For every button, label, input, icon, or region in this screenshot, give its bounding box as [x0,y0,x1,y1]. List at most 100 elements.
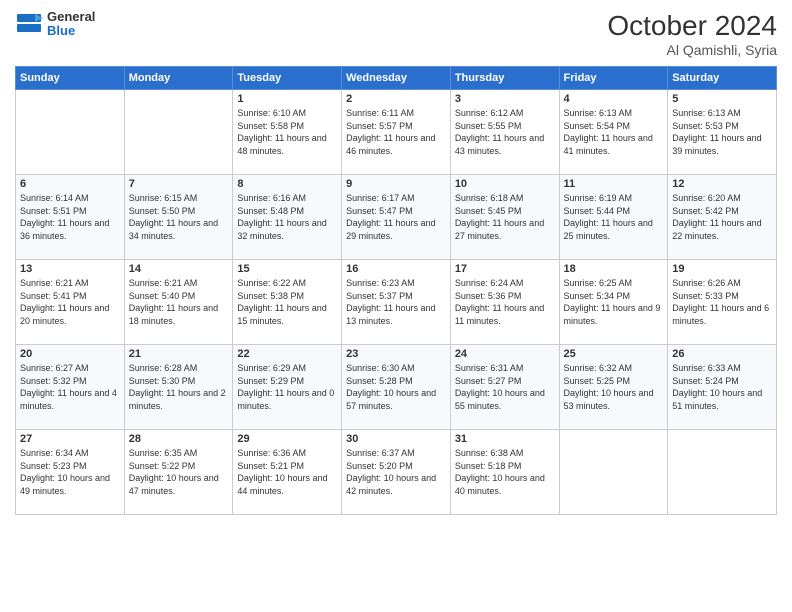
table-cell: 2 Sunrise: 6:11 AMSunset: 5:57 PMDaylight… [342,90,451,175]
cell-details: Sunrise: 6:17 AMSunset: 5:47 PMDaylight:… [346,192,446,242]
day-number: 1 [237,93,337,105]
day-number: 5 [672,93,772,105]
table-cell: 3Sunrise: 6:12 AMSunset: 5:55 PMDaylight… [450,90,559,175]
day-number: 18 [564,263,664,275]
table-cell: 19 Sunrise: 6:26 AMSunset: 5:33 PMDayligh… [668,260,777,345]
location-subtitle: Al Qamishli, Syria [607,42,777,58]
day-number: 16 [346,263,446,275]
day-number: 10 [455,178,555,190]
table-cell: 24 Sunrise: 6:31 AMSunset: 5:27 PMDayligh… [450,345,559,430]
cell-details: Sunrise: 6:22 AMSunset: 5:38 PMDaylight:… [237,277,337,327]
day-number: 29 [237,433,337,445]
table-cell: 21 Sunrise: 6:28 AMSunset: 5:30 PMDayligh… [124,345,233,430]
day-number: 6 [20,178,120,190]
logo-blue: Blue [47,24,95,38]
col-thursday: Thursday [450,67,559,90]
table-cell: 23Sunrise: 6:30 AMSunset: 5:28 PMDayligh… [342,345,451,430]
cell-details: Sunrise: 6:19 AMSunset: 5:44 PMDaylight:… [564,192,664,242]
col-wednesday: Wednesday [342,67,451,90]
table-cell [668,430,777,515]
day-number: 27 [20,433,120,445]
cell-details: Sunrise: 6:34 AMSunset: 5:23 PMDaylight:… [20,447,120,497]
day-number: 15 [237,263,337,275]
table-cell: 31Sunrise: 6:38 AMSunset: 5:18 PMDayligh… [450,430,559,515]
cell-details: Sunrise: 6:18 AMSunset: 5:45 PMDaylight:… [455,192,555,242]
day-number: 17 [455,263,555,275]
cell-details: Sunrise: 6:11 AMSunset: 5:57 PMDaylight:… [346,107,446,157]
day-number: 19 [672,263,772,275]
cell-details: Sunrise: 6:26 AMSunset: 5:33 PMDaylight:… [672,277,772,327]
cell-details: Sunrise: 6:25 AMSunset: 5:34 PMDaylight:… [564,277,664,327]
col-friday: Friday [559,67,668,90]
logo: General Blue [15,10,95,39]
calendar-table: Sunday Monday Tuesday Wednesday Thursday… [15,66,777,515]
table-cell: 20Sunrise: 6:27 AMSunset: 5:32 PMDayligh… [16,345,125,430]
day-number: 25 [564,348,664,360]
day-number: 28 [129,433,229,445]
table-cell: 10 Sunrise: 6:18 AMSunset: 5:45 PMDayligh… [450,175,559,260]
day-number: 26 [672,348,772,360]
table-cell: 13 Sunrise: 6:21 AMSunset: 5:41 PMDayligh… [16,260,125,345]
table-cell: 26Sunrise: 6:33 AMSunset: 5:24 PMDayligh… [668,345,777,430]
week-row-5: 27 Sunrise: 6:34 AMSunset: 5:23 PMDayligh… [16,430,777,515]
day-number: 9 [346,178,446,190]
cell-details: Sunrise: 6:10 AMSunset: 5:58 PMDaylight:… [237,107,337,157]
table-cell: 14Sunrise: 6:21 AMSunset: 5:40 PMDayligh… [124,260,233,345]
day-number: 2 [346,93,446,105]
table-cell: 11 Sunrise: 6:19 AMSunset: 5:44 PMDayligh… [559,175,668,260]
cell-details: Sunrise: 6:16 AMSunset: 5:48 PMDaylight:… [237,192,337,242]
table-cell: 5 Sunrise: 6:13 AMSunset: 5:53 PMDaylight… [668,90,777,175]
day-number: 7 [129,178,229,190]
cell-details: Sunrise: 6:23 AMSunset: 5:37 PMDaylight:… [346,277,446,327]
cell-details: Sunrise: 6:24 AMSunset: 5:36 PMDaylight:… [455,277,555,327]
col-saturday: Saturday [668,67,777,90]
day-number: 22 [237,348,337,360]
day-number: 14 [129,263,229,275]
day-number: 13 [20,263,120,275]
col-monday: Monday [124,67,233,90]
day-number: 24 [455,348,555,360]
col-sunday: Sunday [16,67,125,90]
week-row-1: 1 Sunrise: 6:10 AMSunset: 5:58 PMDaylight… [16,90,777,175]
table-cell: 8 Sunrise: 6:16 AMSunset: 5:48 PMDaylight… [233,175,342,260]
cell-details: Sunrise: 6:29 AMSunset: 5:29 PMDaylight:… [237,362,337,412]
logo-text: General Blue [47,10,95,39]
week-row-3: 13 Sunrise: 6:21 AMSunset: 5:41 PMDayligh… [16,260,777,345]
cell-details: Sunrise: 6:13 AMSunset: 5:53 PMDaylight:… [672,107,772,157]
day-number: 11 [564,178,664,190]
header-row: Sunday Monday Tuesday Wednesday Thursday… [16,67,777,90]
day-number: 20 [20,348,120,360]
cell-details: Sunrise: 6:36 AMSunset: 5:21 PMDaylight:… [237,447,337,497]
cell-details: Sunrise: 6:21 AMSunset: 5:41 PMDaylight:… [20,277,120,327]
cell-details: Sunrise: 6:14 AMSunset: 5:51 PMDaylight:… [20,192,120,242]
logo-icon [15,10,43,38]
logo-general: General [47,10,95,24]
cell-details: Sunrise: 6:37 AMSunset: 5:20 PMDaylight:… [346,447,446,497]
table-cell: 9 Sunrise: 6:17 AMSunset: 5:47 PMDaylight… [342,175,451,260]
week-row-2: 6 Sunrise: 6:14 AMSunset: 5:51 PMDaylight… [16,175,777,260]
table-cell [16,90,125,175]
table-cell: 18 Sunrise: 6:25 AMSunset: 5:34 PMDayligh… [559,260,668,345]
cell-details: Sunrise: 6:31 AMSunset: 5:27 PMDaylight:… [455,362,555,412]
cell-details: Sunrise: 6:20 AMSunset: 5:42 PMDaylight:… [672,192,772,242]
table-cell: 17 Sunrise: 6:24 AMSunset: 5:36 PMDayligh… [450,260,559,345]
cell-details: Sunrise: 6:35 AMSunset: 5:22 PMDaylight:… [129,447,229,497]
table-cell: 12Sunrise: 6:20 AMSunset: 5:42 PMDayligh… [668,175,777,260]
cell-details: Sunrise: 6:15 AMSunset: 5:50 PMDaylight:… [129,192,229,242]
cell-details: Sunrise: 6:12 AMSunset: 5:55 PMDaylight:… [455,107,555,157]
month-title: October 2024 [607,10,777,42]
table-cell: 7 Sunrise: 6:15 AMSunset: 5:50 PMDaylight… [124,175,233,260]
cell-details: Sunrise: 6:13 AMSunset: 5:54 PMDaylight:… [564,107,664,157]
day-number: 21 [129,348,229,360]
day-number: 4 [564,93,664,105]
table-cell: 4 Sunrise: 6:13 AMSunset: 5:54 PMDaylight… [559,90,668,175]
cell-details: Sunrise: 6:28 AMSunset: 5:30 PMDaylight:… [129,362,229,412]
table-cell: 27 Sunrise: 6:34 AMSunset: 5:23 PMDayligh… [16,430,125,515]
title-block: October 2024 Al Qamishli, Syria [607,10,777,58]
header: General Blue October 2024 Al Qamishli, S… [15,10,777,58]
table-cell: 16 Sunrise: 6:23 AMSunset: 5:37 PMDayligh… [342,260,451,345]
cell-details: Sunrise: 6:30 AMSunset: 5:28 PMDaylight:… [346,362,446,412]
table-cell: 29 Sunrise: 6:36 AMSunset: 5:21 PMDayligh… [233,430,342,515]
table-cell: 25Sunrise: 6:32 AMSunset: 5:25 PMDayligh… [559,345,668,430]
day-number: 8 [237,178,337,190]
